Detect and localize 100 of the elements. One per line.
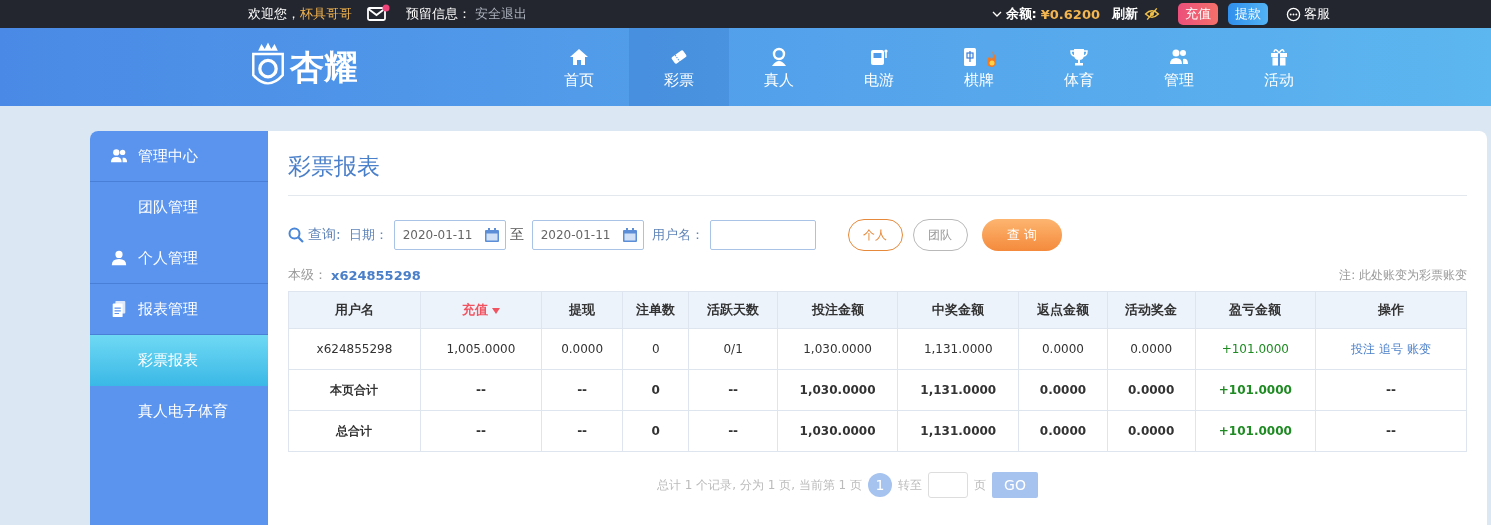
username-input[interactable] (709, 220, 816, 250)
table-cell: 0.0000 (1107, 410, 1196, 452)
user-icon (110, 249, 128, 267)
notice-label: 预留信息： (406, 5, 471, 23)
date-to-field[interactable]: 2020-01-11 (531, 220, 644, 250)
refresh-link[interactable]: 刷新 (1112, 5, 1138, 23)
table-cell: 1,030.0000 (777, 369, 898, 411)
nav-tab[interactable]: 首页 (529, 28, 629, 106)
table-cell: -- (1315, 410, 1467, 452)
table-cell: -- (1315, 369, 1467, 411)
nav-tab[interactable]: 电游 (829, 28, 929, 106)
table-cell: x624855298 (288, 328, 421, 370)
document-icon (110, 300, 128, 318)
nav-tab[interactable]: 管理 (1129, 28, 1229, 106)
chevron-down-icon[interactable] (991, 11, 1002, 17)
table-cell: 0 (622, 410, 689, 452)
nav-tab[interactable]: 棋牌 (929, 28, 1029, 106)
table-cell: 0.0000 (1018, 369, 1108, 411)
mail-icon[interactable] (366, 4, 390, 24)
scope-toggle[interactable]: 团队 (912, 219, 968, 251)
table-cell: -- (420, 410, 542, 452)
chat-icon[interactable] (1286, 6, 1301, 22)
table-cell: 0 (622, 369, 689, 411)
table-cell: -- (420, 369, 542, 411)
column-header[interactable]: 充值 (420, 291, 542, 329)
table-cell: 1,131.0000 (897, 410, 1019, 452)
note-text: 注: 此处账变为彩票账变 (1339, 266, 1467, 284)
table-cell: 1,131.0000 (897, 328, 1019, 370)
page-suffix: 页 (974, 476, 987, 494)
table-cell: 0.0000 (541, 328, 623, 370)
column-header: 活动奖金 (1107, 291, 1196, 329)
table-cell: 本页合计 (288, 369, 421, 411)
level-username: x624855298 (331, 267, 421, 283)
table-cell: 0.0000 (1107, 328, 1196, 370)
scope-toggle[interactable]: 个人 (847, 219, 903, 251)
sort-desc-icon (491, 307, 500, 314)
eye-hidden-icon[interactable] (1144, 7, 1160, 21)
column-header: 活跃天数 (688, 291, 778, 329)
column-header: 操作 (1315, 291, 1467, 329)
table-cell: 1,005.0000 (420, 328, 542, 370)
query-label: 查询: (308, 226, 341, 244)
table-cell: +101.0000 (1195, 328, 1316, 370)
logo-text: 杏耀 (289, 46, 359, 89)
table-cell: 0 (622, 328, 689, 370)
date-range-separator: 至 (509, 226, 524, 244)
search-button[interactable]: 查 询 (981, 219, 1062, 251)
table-cell: 总合计 (288, 410, 421, 452)
table-cell: +101.0000 (1195, 369, 1316, 411)
welcome-text: 欢迎您， (248, 5, 300, 23)
level-label: 本级： (288, 266, 327, 284)
sidebar-item[interactable]: 真人电子体育 (90, 386, 268, 437)
sidebar-item[interactable]: 彩票报表 (90, 335, 268, 386)
person-icon (769, 46, 789, 67)
nav-tab[interactable]: 彩票 (629, 28, 729, 106)
table-cell: 1,030.0000 (777, 328, 898, 370)
users-icon (110, 147, 128, 165)
table-cell: 1,131.0000 (897, 369, 1019, 411)
sidebar-item[interactable]: 团队管理 (90, 182, 268, 233)
calendar-icon[interactable] (621, 227, 638, 243)
pagination-summary: 总计 1 个记录, 分为 1 页, 当前第 1 页 (656, 476, 863, 494)
gift-icon (1269, 46, 1289, 67)
nav-tab[interactable]: 活动 (1229, 28, 1329, 106)
column-header: 提现 (541, 291, 623, 329)
goto-label: 转至 (898, 476, 923, 494)
customer-service-link[interactable]: 客服 (1304, 5, 1330, 23)
table-cell: 0/1 (688, 328, 778, 370)
logout-link[interactable]: 安全退出 (475, 5, 527, 23)
date-label: 日期： (348, 226, 388, 244)
action-link[interactable]: 投注 (1350, 340, 1375, 358)
sidebar-heading[interactable]: 管理中心 (90, 131, 268, 182)
page-input[interactable] (928, 472, 969, 498)
table-cell: 0.0000 (1107, 369, 1196, 411)
table-cell: -- (688, 410, 778, 452)
column-header: 中奖金额 (897, 291, 1019, 329)
page-title: 彩票报表 (288, 131, 1467, 196)
recharge-button[interactable]: 充值 (1178, 3, 1218, 25)
action-link[interactable]: 账变 (1406, 340, 1431, 358)
go-button[interactable]: GO (992, 472, 1039, 498)
table-cell: -- (541, 410, 623, 452)
column-header: 盈亏金额 (1195, 291, 1316, 329)
username-label: 用户名： (651, 226, 704, 244)
calendar-icon[interactable] (483, 227, 500, 243)
sidebar-heading[interactable]: 个人管理 (90, 233, 268, 284)
balance-amount: ¥0.6200 (1040, 6, 1100, 22)
nav-tab[interactable]: 真人 (729, 28, 829, 106)
withdraw-button[interactable]: 提款 (1228, 3, 1268, 25)
trophy-icon (1069, 46, 1089, 67)
balance-label: 余额: (1005, 5, 1037, 23)
table-cell: 0.0000 (1018, 328, 1108, 370)
table-cell: -- (541, 369, 623, 411)
column-header: 用户名 (288, 291, 421, 329)
page-number[interactable]: 1 (868, 473, 893, 497)
nav-tab[interactable]: 体育 (1029, 28, 1129, 106)
column-header: 投注金额 (777, 291, 898, 329)
table-cell: +101.0000 (1195, 410, 1316, 452)
table-cell: -- (688, 369, 778, 411)
username-link[interactable]: 杯具哥哥 (300, 5, 352, 23)
column-header: 返点金额 (1018, 291, 1108, 329)
date-from-field[interactable]: 2020-01-11 (393, 220, 506, 250)
action-link[interactable]: 追号 (1378, 340, 1403, 358)
